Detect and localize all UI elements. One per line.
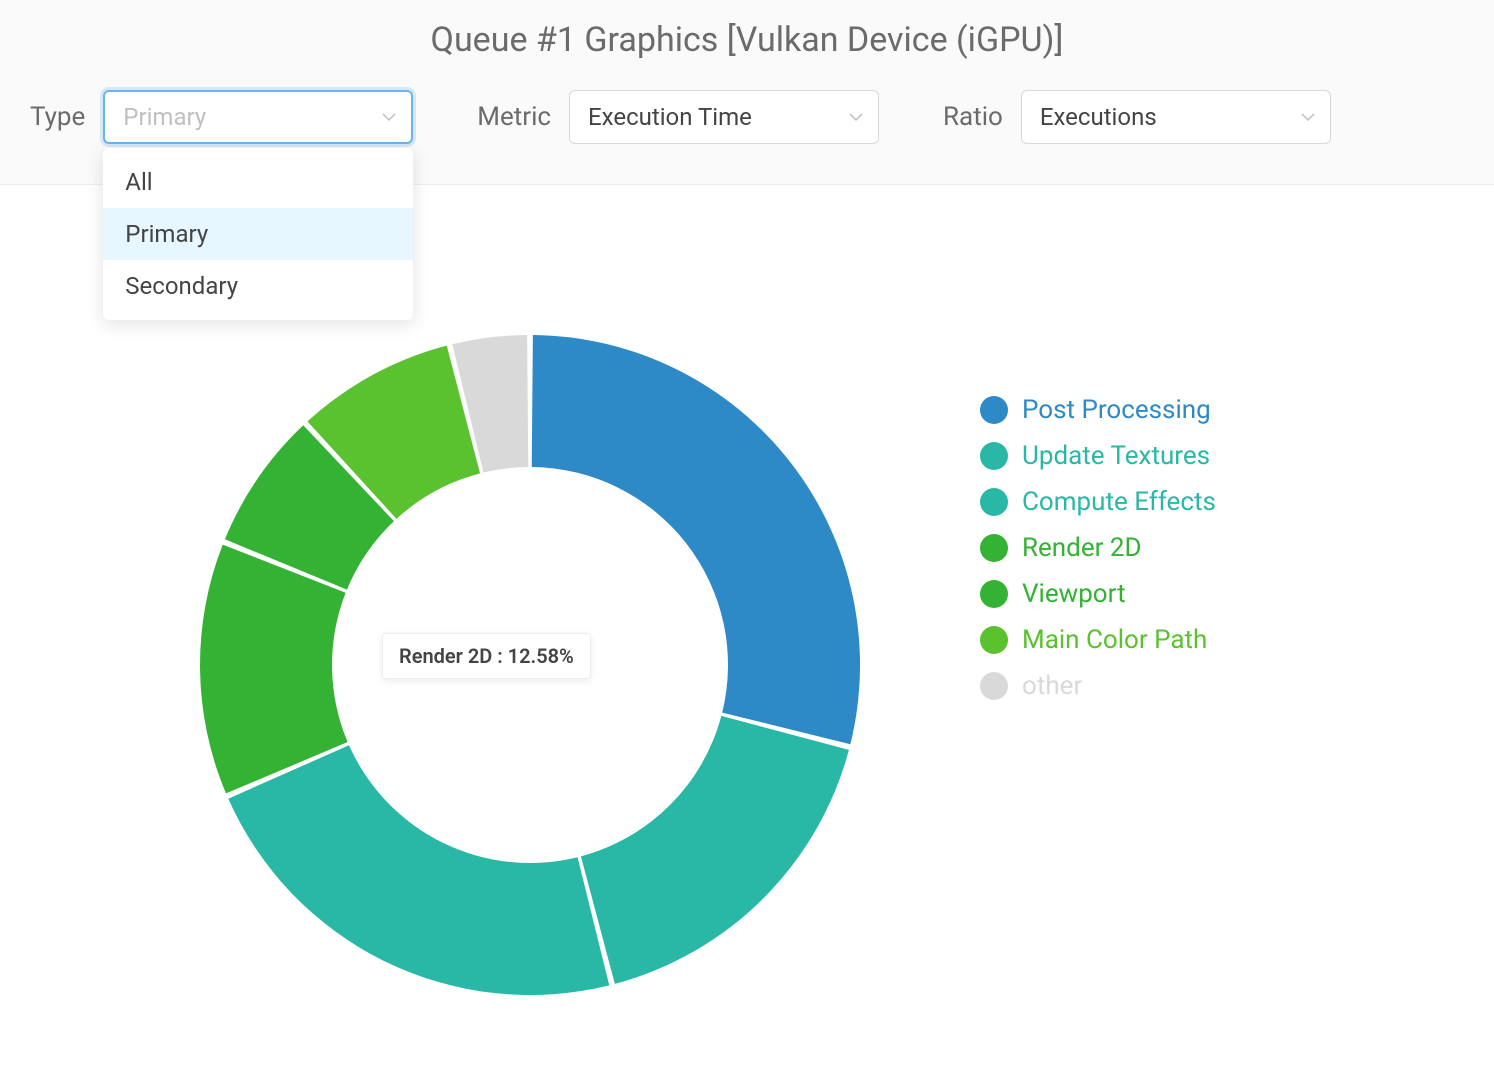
legend-swatch — [980, 626, 1008, 654]
legend-item[interactable]: Main Color Path — [980, 625, 1216, 655]
type-select-value: Primary — [123, 103, 206, 131]
legend-swatch — [980, 534, 1008, 562]
controls-row: Type Primary All Primary Secondary Metri… — [30, 90, 1464, 144]
legend-swatch — [980, 580, 1008, 608]
legend-label: Post Processing — [1022, 395, 1211, 425]
legend-label: other — [1022, 671, 1082, 701]
legend-item[interactable]: Viewport — [980, 579, 1216, 609]
legend-item[interactable]: Update Textures — [980, 441, 1216, 471]
legend-item[interactable]: other — [980, 671, 1216, 701]
ratio-label: Ratio — [943, 102, 1003, 132]
legend-swatch — [980, 396, 1008, 424]
type-dropdown: All Primary Secondary — [103, 148, 413, 320]
donut-slice[interactable] — [532, 335, 860, 744]
metric-select-value: Execution Time — [588, 103, 752, 131]
legend-swatch — [980, 442, 1008, 470]
donut-slice[interactable] — [581, 716, 849, 984]
metric-select[interactable]: Execution Time — [569, 90, 879, 144]
legend-label: Render 2D — [1022, 533, 1142, 563]
legend-item[interactable]: Compute Effects — [980, 487, 1216, 517]
legend-label: Viewport — [1022, 579, 1126, 609]
legend-item[interactable]: Render 2D — [980, 533, 1216, 563]
donut-slice[interactable] — [228, 745, 609, 995]
type-label: Type — [30, 102, 85, 132]
type-select[interactable]: Primary — [103, 90, 413, 144]
chevron-down-icon — [848, 103, 864, 131]
legend-label: Compute Effects — [1022, 487, 1216, 517]
legend: Post Processing Update Textures Compute Ef… — [940, 255, 1216, 1075]
legend-label: Update Textures — [1022, 441, 1210, 471]
donut-chart: Render 2D : 12.58% — [120, 255, 940, 1075]
chart-tooltip: Render 2D : 12.58% — [382, 633, 591, 679]
legend-item[interactable]: Post Processing — [980, 395, 1216, 425]
chevron-down-icon — [1300, 103, 1316, 131]
header-bar: Queue #1 Graphics [Vulkan Device (iGPU)]… — [0, 0, 1494, 185]
legend-swatch — [980, 672, 1008, 700]
legend-label: Main Color Path — [1022, 625, 1207, 655]
metric-label: Metric — [477, 102, 551, 132]
type-option-all[interactable]: All — [103, 156, 413, 208]
type-option-secondary[interactable]: Secondary — [103, 260, 413, 312]
ratio-select-value: Executions — [1040, 103, 1157, 131]
chevron-down-icon — [381, 103, 397, 131]
legend-swatch — [980, 488, 1008, 516]
ratio-select[interactable]: Executions — [1021, 90, 1331, 144]
type-option-primary[interactable]: Primary — [103, 208, 413, 260]
page-title: Queue #1 Graphics [Vulkan Device (iGPU)] — [30, 20, 1464, 60]
type-select-wrap: Primary All Primary Secondary — [103, 90, 413, 144]
